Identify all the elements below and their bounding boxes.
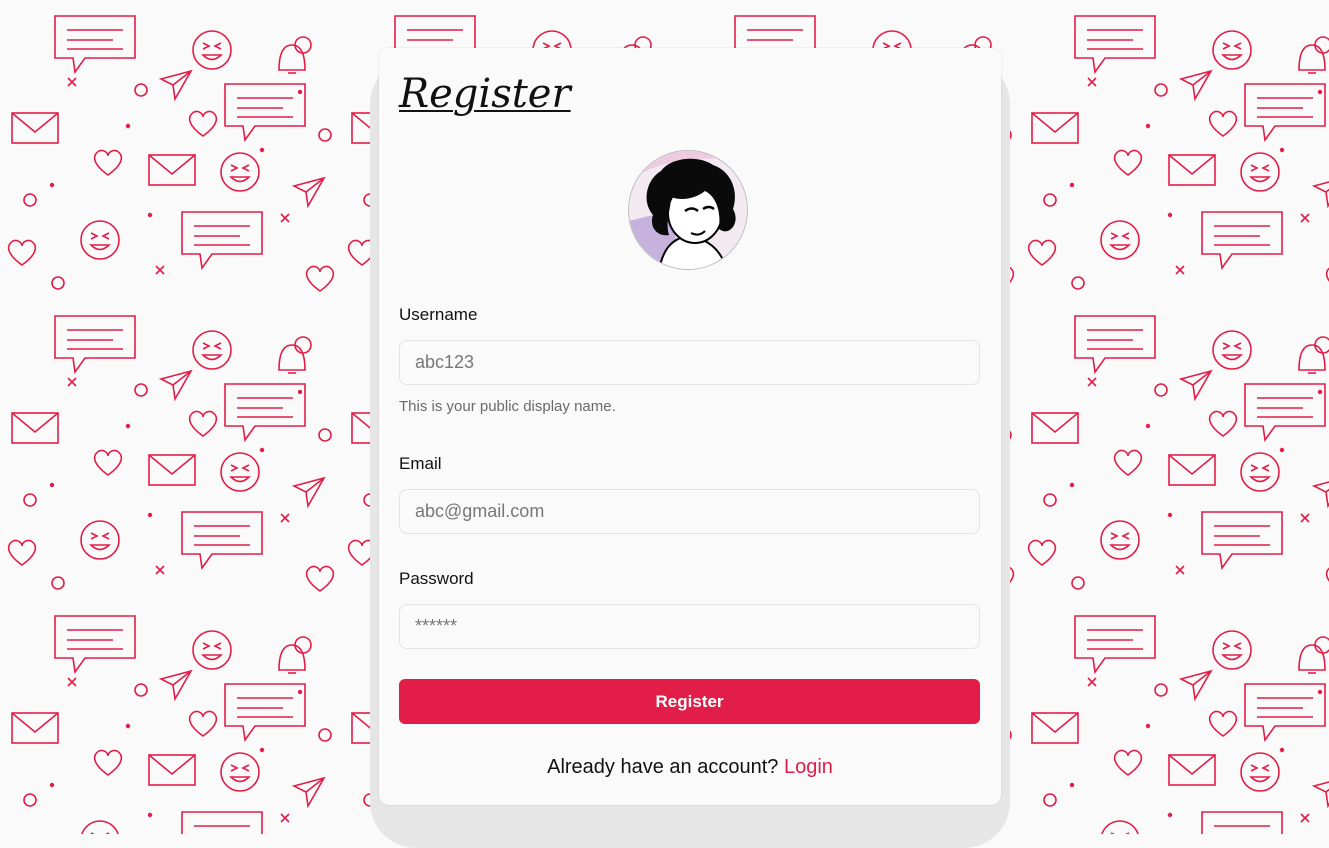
login-prompt: Already have an account? Login <box>379 756 1001 779</box>
password-label: Password <box>399 569 474 588</box>
password-input[interactable] <box>399 604 980 649</box>
login-link[interactable]: Login <box>784 756 833 778</box>
email-label: Email <box>399 454 442 473</box>
avatar[interactable] <box>628 150 748 270</box>
email-input[interactable] <box>399 489 980 534</box>
login-prompt-text: Already have an account? <box>547 756 779 778</box>
avatar-image <box>629 151 747 269</box>
register-card: Register Username This is your public di… <box>379 48 1001 805</box>
username-input[interactable] <box>399 340 980 385</box>
username-label: Username <box>399 305 478 324</box>
username-hint: This is your public display name. <box>399 398 616 415</box>
register-button[interactable]: Register <box>399 679 980 724</box>
page-title: Register <box>399 71 571 117</box>
